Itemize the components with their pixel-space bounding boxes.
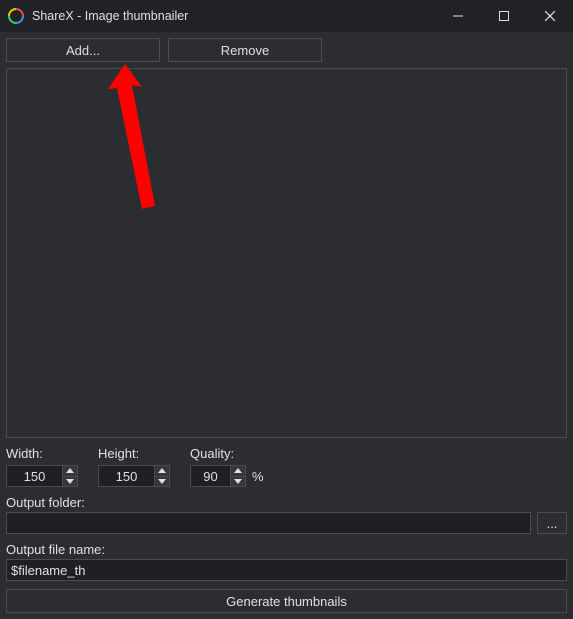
width-label: Width: — [6, 446, 78, 461]
content-area: Add... Remove Width: Heigh — [0, 32, 573, 619]
browse-button[interactable]: ... — [537, 512, 567, 534]
quality-spin-up[interactable] — [231, 466, 245, 477]
annotation-arrow — [47, 39, 167, 239]
minimize-icon — [453, 11, 463, 21]
minimize-button[interactable] — [435, 0, 481, 32]
chevron-down-icon — [66, 479, 74, 484]
remove-button[interactable]: Remove — [168, 38, 322, 62]
width-spin-up[interactable] — [63, 466, 77, 477]
height-spin-down[interactable] — [155, 477, 169, 487]
quality-spin-buttons[interactable] — [230, 465, 246, 487]
height-spinner[interactable] — [98, 465, 170, 487]
output-filename-label: Output file name: — [6, 542, 567, 557]
output-filename-input[interactable] — [6, 559, 567, 581]
quality-suffix: % — [252, 469, 264, 484]
chevron-down-icon — [234, 479, 242, 484]
close-button[interactable] — [527, 0, 573, 32]
width-input[interactable] — [6, 465, 62, 487]
height-setting: Height: — [98, 446, 170, 487]
add-button[interactable]: Add... — [6, 38, 160, 62]
output-filename-field: Output file name: — [6, 542, 567, 581]
quality-setting: Quality: % — [190, 446, 264, 487]
width-spinner[interactable] — [6, 465, 78, 487]
height-spin-buttons[interactable] — [154, 465, 170, 487]
height-label: Height: — [98, 446, 170, 461]
chevron-up-icon — [234, 468, 242, 473]
generate-button[interactable]: Generate thumbnails — [6, 589, 567, 613]
window-title: ShareX - Image thumbnailer — [32, 9, 188, 23]
chevron-down-icon — [158, 479, 166, 484]
width-spin-buttons[interactable] — [62, 465, 78, 487]
maximize-button[interactable] — [481, 0, 527, 32]
output-folder-label: Output folder: — [6, 495, 567, 510]
titlebar[interactable]: ShareX - Image thumbnailer — [0, 0, 573, 32]
file-listbox[interactable] — [6, 68, 567, 438]
chevron-up-icon — [66, 468, 74, 473]
output-folder-field: Output folder: ... — [6, 495, 567, 534]
quality-label: Quality: — [190, 446, 264, 461]
quality-spinner[interactable] — [190, 465, 246, 487]
maximize-icon — [499, 11, 509, 21]
sharex-logo-icon — [8, 8, 24, 24]
width-spin-down[interactable] — [63, 477, 77, 487]
height-spin-up[interactable] — [155, 466, 169, 477]
window: ShareX - Image thumbnailer Add... Remove — [0, 0, 573, 619]
width-setting: Width: — [6, 446, 78, 487]
top-button-row: Add... Remove — [6, 38, 567, 62]
close-icon — [545, 11, 555, 21]
dimension-settings-row: Width: Height: — [6, 446, 567, 487]
height-input[interactable] — [98, 465, 154, 487]
quality-input[interactable] — [190, 465, 230, 487]
output-folder-input[interactable] — [6, 512, 531, 534]
chevron-up-icon — [158, 468, 166, 473]
quality-spin-down[interactable] — [231, 477, 245, 487]
